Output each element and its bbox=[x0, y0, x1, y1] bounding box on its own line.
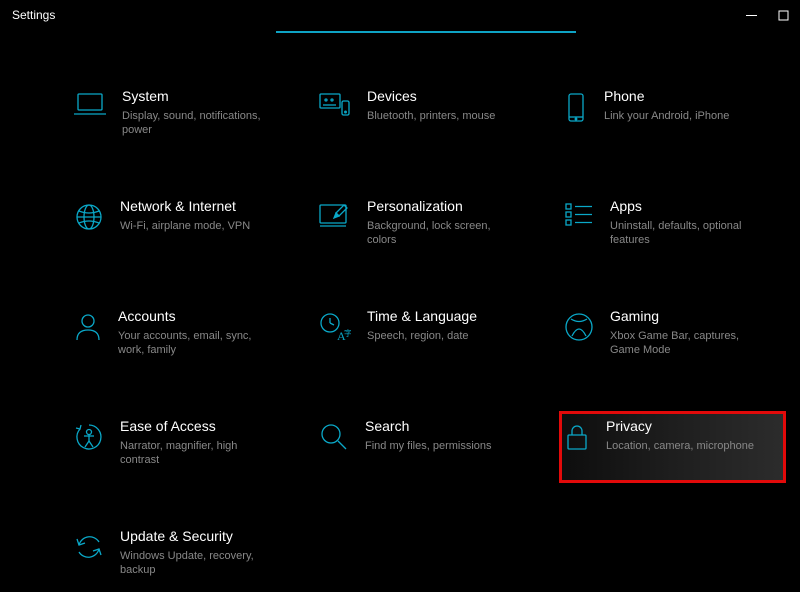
category-desc: Link your Android, iPhone bbox=[604, 109, 729, 124]
category-title: System bbox=[122, 88, 272, 106]
category-title: Privacy bbox=[606, 418, 754, 436]
category-title: Personalization bbox=[367, 198, 517, 216]
category-update-security[interactable]: Update & Security Windows Update, recove… bbox=[70, 522, 315, 592]
category-desc: Location, camera, microphone bbox=[606, 439, 754, 454]
category-gaming[interactable]: Gaming Xbox Game Bar, captures, Game Mod… bbox=[560, 302, 785, 372]
apps-list-icon bbox=[564, 202, 594, 228]
category-network[interactable]: Network & Internet Wi-Fi, airplane mode,… bbox=[70, 192, 315, 262]
category-title: Search bbox=[365, 418, 492, 436]
settings-categories-grid: System Display, sound, notifications, po… bbox=[70, 82, 780, 592]
category-title: Devices bbox=[367, 88, 495, 106]
category-title: Phone bbox=[604, 88, 729, 106]
category-desc: Xbox Game Bar, captures, Game Mode bbox=[610, 329, 760, 359]
category-title: Gaming bbox=[610, 308, 760, 326]
globe-icon bbox=[74, 202, 104, 232]
lock-icon bbox=[564, 422, 590, 452]
category-desc: Your accounts, email, sync, work, family bbox=[118, 329, 268, 359]
category-desc: Narrator, magnifier, high contrast bbox=[120, 439, 270, 469]
person-icon bbox=[74, 312, 102, 342]
category-accounts[interactable]: Accounts Your accounts, email, sync, wor… bbox=[70, 302, 315, 372]
minimize-button[interactable] bbox=[744, 8, 758, 22]
svg-text:字: 字 bbox=[344, 328, 351, 338]
category-desc: Windows Update, recovery, backup bbox=[120, 549, 270, 579]
devices-icon bbox=[319, 92, 351, 120]
search-icon bbox=[319, 422, 349, 452]
window-controls bbox=[744, 8, 792, 22]
maximize-button[interactable] bbox=[776, 8, 790, 22]
xbox-icon bbox=[564, 312, 594, 342]
category-desc: Wi-Fi, airplane mode, VPN bbox=[120, 219, 250, 234]
category-title: Network & Internet bbox=[120, 198, 250, 216]
category-desc: Display, sound, notifications, power bbox=[122, 109, 272, 139]
category-title: Apps bbox=[610, 198, 760, 216]
category-desc: Speech, region, date bbox=[367, 329, 477, 344]
category-title: Time & Language bbox=[367, 308, 477, 326]
category-system[interactable]: System Display, sound, notifications, po… bbox=[70, 82, 315, 152]
window-title: Settings bbox=[8, 8, 55, 22]
category-privacy[interactable]: Privacy Location, camera, microphone bbox=[560, 412, 785, 482]
category-search[interactable]: Search Find my files, permissions bbox=[315, 412, 560, 482]
category-title: Ease of Access bbox=[120, 418, 270, 436]
phone-icon bbox=[564, 92, 588, 124]
laptop-icon bbox=[74, 92, 106, 118]
category-ease-of-access[interactable]: Ease of Access Narrator, magnifier, high… bbox=[70, 412, 315, 482]
category-desc: Background, lock screen, colors bbox=[367, 219, 517, 249]
ease-of-access-icon bbox=[74, 422, 104, 452]
category-devices[interactable]: Devices Bluetooth, printers, mouse bbox=[315, 82, 560, 152]
category-phone[interactable]: Phone Link your Android, iPhone bbox=[560, 82, 785, 152]
category-apps[interactable]: Apps Uninstall, defaults, optional featu… bbox=[560, 192, 785, 262]
category-personalization[interactable]: Personalization Background, lock screen,… bbox=[315, 192, 560, 262]
paintbrush-icon bbox=[319, 202, 351, 230]
category-desc: Bluetooth, printers, mouse bbox=[367, 109, 495, 124]
search-input-underline[interactable] bbox=[276, 31, 576, 33]
category-title: Accounts bbox=[118, 308, 268, 326]
window-titlebar: Settings bbox=[0, 0, 800, 30]
category-desc: Find my files, permissions bbox=[365, 439, 492, 454]
category-time-language[interactable]: A字 Time & Language Speech, region, date bbox=[315, 302, 560, 372]
time-language-icon: A字 bbox=[319, 312, 351, 342]
category-desc: Uninstall, defaults, optional features bbox=[610, 219, 760, 249]
